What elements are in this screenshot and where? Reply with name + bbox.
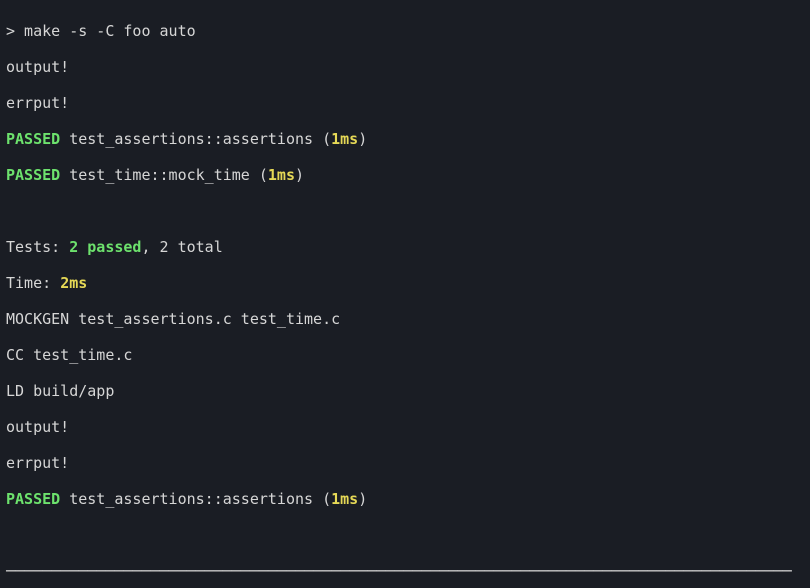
cc-line: CC test_time.c xyxy=(6,346,804,364)
command-prompt: > make -s -C foo auto xyxy=(6,22,804,40)
time-prefix: Time: xyxy=(6,274,60,292)
close-paren: ) xyxy=(295,166,304,184)
stdout-line: output! xyxy=(6,58,804,76)
summary-suffix: , 2 total xyxy=(141,238,222,256)
test-pass-line: PASSED test_time::mock_time (1ms) xyxy=(6,166,804,184)
status-passed: PASSED xyxy=(6,130,60,148)
passed-count: 2 xyxy=(69,238,78,256)
test-time: 1ms xyxy=(268,166,295,184)
passed-word: passed xyxy=(78,238,141,256)
stdout-line: output! xyxy=(6,418,804,436)
status-passed: PASSED xyxy=(6,490,60,508)
ld-line: LD build/app xyxy=(6,382,804,400)
close-paren: ) xyxy=(358,490,367,508)
status-passed: PASSED xyxy=(6,166,60,184)
stderr-line: errput! xyxy=(6,454,804,472)
test-pass-line: PASSED test_assertions::assertions (1ms) xyxy=(6,490,804,508)
test-name: test_assertions::assertions ( xyxy=(60,130,331,148)
divider: ────────────────────────────────────────… xyxy=(6,562,804,580)
stderr-line: errput! xyxy=(6,94,804,112)
test-pass-line: PASSED test_assertions::assertions (1ms) xyxy=(6,130,804,148)
summary-prefix: Tests: xyxy=(6,238,69,256)
test-time: 1ms xyxy=(331,130,358,148)
tests-summary: Tests: 2 passed, 2 total xyxy=(6,238,804,256)
blank-line xyxy=(6,526,804,544)
test-time: 1ms xyxy=(331,490,358,508)
close-paren: ) xyxy=(358,130,367,148)
blank-line xyxy=(6,202,804,220)
mockgen-line: MOCKGEN test_assertions.c test_time.c xyxy=(6,310,804,328)
time-value: 2ms xyxy=(60,274,87,292)
time-summary: Time: 2ms xyxy=(6,274,804,292)
test-name: test_time::mock_time ( xyxy=(60,166,268,184)
test-name: test_assertions::assertions ( xyxy=(60,490,331,508)
terminal-output: > make -s -C foo auto output! errput! PA… xyxy=(0,0,810,588)
